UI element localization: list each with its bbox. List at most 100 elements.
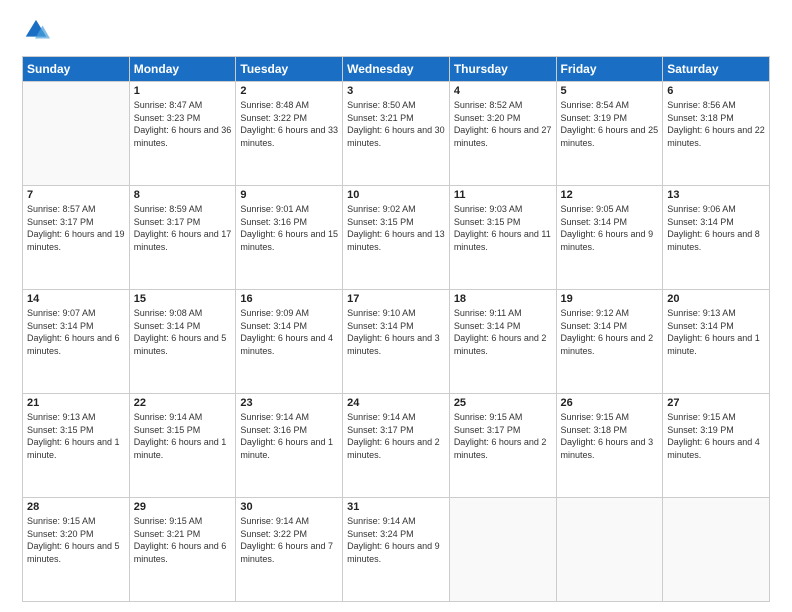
day-info: Sunrise: 9:12 AMSunset: 3:14 PMDaylight:… — [561, 307, 659, 357]
day-number: 27 — [667, 397, 765, 409]
day-number: 9 — [240, 189, 338, 201]
day-cell — [556, 498, 663, 602]
day-number: 30 — [240, 501, 338, 513]
day-cell: 29 Sunrise: 9:15 AMSunset: 3:21 PMDayligh… — [129, 498, 236, 602]
week-row-0: 1 Sunrise: 8:47 AMSunset: 3:23 PMDaylight… — [23, 82, 770, 186]
day-number: 25 — [454, 397, 552, 409]
week-row-4: 28 Sunrise: 9:15 AMSunset: 3:20 PMDayligh… — [23, 498, 770, 602]
day-number: 7 — [27, 189, 125, 201]
day-cell: 10 Sunrise: 9:02 AMSunset: 3:15 PMDayligh… — [343, 186, 450, 290]
day-cell: 2Sunrise: 8:48 AMSunset: 3:22 PMDaylight… — [236, 82, 343, 186]
day-number: 1 — [134, 85, 232, 97]
day-number: 16 — [240, 293, 338, 305]
day-info: Sunrise: 9:14 AMSunset: 3:17 PMDaylight:… — [347, 411, 445, 461]
day-info: Sunrise: 9:02 AMSunset: 3:15 PMDaylight:… — [347, 203, 445, 253]
day-cell: 24 Sunrise: 9:14 AMSunset: 3:17 PMDayligh… — [343, 394, 450, 498]
day-cell: 7 Sunrise: 8:57 AMSunset: 3:17 PMDaylight… — [23, 186, 130, 290]
week-row-1: 7 Sunrise: 8:57 AMSunset: 3:17 PMDaylight… — [23, 186, 770, 290]
day-info: Sunrise: 9:13 AMSunset: 3:14 PMDaylight:… — [667, 307, 765, 357]
day-header-wednesday: Wednesday — [343, 57, 450, 82]
day-cell — [663, 498, 770, 602]
calendar-table: SundayMondayTuesdayWednesdayThursdayFrid… — [22, 56, 770, 602]
day-number: 5 — [561, 85, 659, 97]
day-info: Sunrise: 9:15 AMSunset: 3:21 PMDaylight:… — [134, 515, 232, 565]
day-number: 24 — [347, 397, 445, 409]
day-cell: 11Sunrise: 9:03 AMSunset: 3:15 PMDayligh… — [449, 186, 556, 290]
week-row-3: 21Sunrise: 9:13 AMSunset: 3:15 PMDayligh… — [23, 394, 770, 498]
day-cell: 1 Sunrise: 8:47 AMSunset: 3:23 PMDaylight… — [129, 82, 236, 186]
day-header-tuesday: Tuesday — [236, 57, 343, 82]
day-cell: 9 Sunrise: 9:01 AMSunset: 3:16 PMDaylight… — [236, 186, 343, 290]
day-cell: 6 Sunrise: 8:56 AMSunset: 3:18 PMDaylight… — [663, 82, 770, 186]
day-info: Sunrise: 9:10 AMSunset: 3:14 PMDaylight:… — [347, 307, 445, 357]
day-number: 4 — [454, 85, 552, 97]
day-info: Sunrise: 9:05 AMSunset: 3:14 PMDaylight:… — [561, 203, 659, 253]
day-cell: 26 Sunrise: 9:15 AMSunset: 3:18 PMDayligh… — [556, 394, 663, 498]
day-number: 19 — [561, 293, 659, 305]
day-cell: 13 Sunrise: 9:06 AMSunset: 3:14 PMDayligh… — [663, 186, 770, 290]
day-cell: 15 Sunrise: 9:08 AMSunset: 3:14 PMDayligh… — [129, 290, 236, 394]
day-info: Sunrise: 9:07 AMSunset: 3:14 PMDaylight:… — [27, 307, 125, 357]
day-number: 3 — [347, 85, 445, 97]
day-header-monday: Monday — [129, 57, 236, 82]
day-header-sunday: Sunday — [23, 57, 130, 82]
day-cell: 30 Sunrise: 9:14 AMSunset: 3:22 PMDayligh… — [236, 498, 343, 602]
day-info: Sunrise: 8:52 AMSunset: 3:20 PMDaylight:… — [454, 99, 552, 149]
day-info: Sunrise: 9:14 AMSunset: 3:16 PMDaylight:… — [240, 411, 338, 461]
day-number: 15 — [134, 293, 232, 305]
day-info: Sunrise: 9:09 AMSunset: 3:14 PMDaylight:… — [240, 307, 338, 357]
day-cell: 3 Sunrise: 8:50 AMSunset: 3:21 PMDaylight… — [343, 82, 450, 186]
day-number: 8 — [134, 189, 232, 201]
day-cell: 21Sunrise: 9:13 AMSunset: 3:15 PMDayligh… — [23, 394, 130, 498]
day-number: 20 — [667, 293, 765, 305]
logo-icon — [22, 18, 50, 46]
day-info: Sunrise: 8:56 AMSunset: 3:18 PMDaylight:… — [667, 99, 765, 149]
day-info: Sunrise: 8:59 AMSunset: 3:17 PMDaylight:… — [134, 203, 232, 253]
day-cell: 16 Sunrise: 9:09 AMSunset: 3:14 PMDayligh… — [236, 290, 343, 394]
day-cell: 8 Sunrise: 8:59 AMSunset: 3:17 PMDaylight… — [129, 186, 236, 290]
day-info: Sunrise: 9:15 AMSunset: 3:19 PMDaylight:… — [667, 411, 765, 461]
day-number: 18 — [454, 293, 552, 305]
day-info: Sunrise: 9:11 AMSunset: 3:14 PMDaylight:… — [454, 307, 552, 357]
day-info: Sunrise: 9:15 AMSunset: 3:17 PMDaylight:… — [454, 411, 552, 461]
day-number: 29 — [134, 501, 232, 513]
day-cell: 25 Sunrise: 9:15 AMSunset: 3:17 PMDayligh… — [449, 394, 556, 498]
day-number: 14 — [27, 293, 125, 305]
day-number: 6 — [667, 85, 765, 97]
day-info: Sunrise: 8:54 AMSunset: 3:19 PMDaylight:… — [561, 99, 659, 149]
day-info: Sunrise: 9:14 AMSunset: 3:15 PMDaylight:… — [134, 411, 232, 461]
week-row-2: 14 Sunrise: 9:07 AMSunset: 3:14 PMDayligh… — [23, 290, 770, 394]
day-info: Sunrise: 9:13 AMSunset: 3:15 PMDaylight:… — [27, 411, 125, 461]
day-info: Sunrise: 9:15 AMSunset: 3:20 PMDaylight:… — [27, 515, 125, 565]
day-info: Sunrise: 9:08 AMSunset: 3:14 PMDaylight:… — [134, 307, 232, 357]
day-info: Sunrise: 8:50 AMSunset: 3:21 PMDaylight:… — [347, 99, 445, 149]
day-info: Sunrise: 9:14 AMSunset: 3:22 PMDaylight:… — [240, 515, 338, 565]
day-number: 22 — [134, 397, 232, 409]
day-info: Sunrise: 8:48 AMSunset: 3:22 PMDaylight:… — [240, 99, 338, 149]
day-number: 10 — [347, 189, 445, 201]
day-number: 26 — [561, 397, 659, 409]
day-cell: 23 Sunrise: 9:14 AMSunset: 3:16 PMDayligh… — [236, 394, 343, 498]
day-info: Sunrise: 9:14 AMSunset: 3:24 PMDaylight:… — [347, 515, 445, 565]
day-info: Sunrise: 9:03 AMSunset: 3:15 PMDaylight:… — [454, 203, 552, 253]
day-cell: 19 Sunrise: 9:12 AMSunset: 3:14 PMDayligh… — [556, 290, 663, 394]
day-cell: 5 Sunrise: 8:54 AMSunset: 3:19 PMDaylight… — [556, 82, 663, 186]
day-number: 13 — [667, 189, 765, 201]
day-info: Sunrise: 9:06 AMSunset: 3:14 PMDaylight:… — [667, 203, 765, 253]
day-cell: 14 Sunrise: 9:07 AMSunset: 3:14 PMDayligh… — [23, 290, 130, 394]
day-info: Sunrise: 9:01 AMSunset: 3:16 PMDaylight:… — [240, 203, 338, 253]
day-cell — [23, 82, 130, 186]
day-cell — [449, 498, 556, 602]
day-number: 28 — [27, 501, 125, 513]
day-cell: 28 Sunrise: 9:15 AMSunset: 3:20 PMDayligh… — [23, 498, 130, 602]
day-cell: 20 Sunrise: 9:13 AMSunset: 3:14 PMDayligh… — [663, 290, 770, 394]
day-cell: 18 Sunrise: 9:11 AMSunset: 3:14 PMDayligh… — [449, 290, 556, 394]
day-info: Sunrise: 8:47 AMSunset: 3:23 PMDaylight:… — [134, 99, 232, 149]
day-number: 23 — [240, 397, 338, 409]
day-header-thursday: Thursday — [449, 57, 556, 82]
day-number: 12 — [561, 189, 659, 201]
day-info: Sunrise: 9:15 AMSunset: 3:18 PMDaylight:… — [561, 411, 659, 461]
logo — [22, 18, 54, 46]
day-cell: 17Sunrise: 9:10 AMSunset: 3:14 PMDayligh… — [343, 290, 450, 394]
day-info: Sunrise: 8:57 AMSunset: 3:17 PMDaylight:… — [27, 203, 125, 253]
